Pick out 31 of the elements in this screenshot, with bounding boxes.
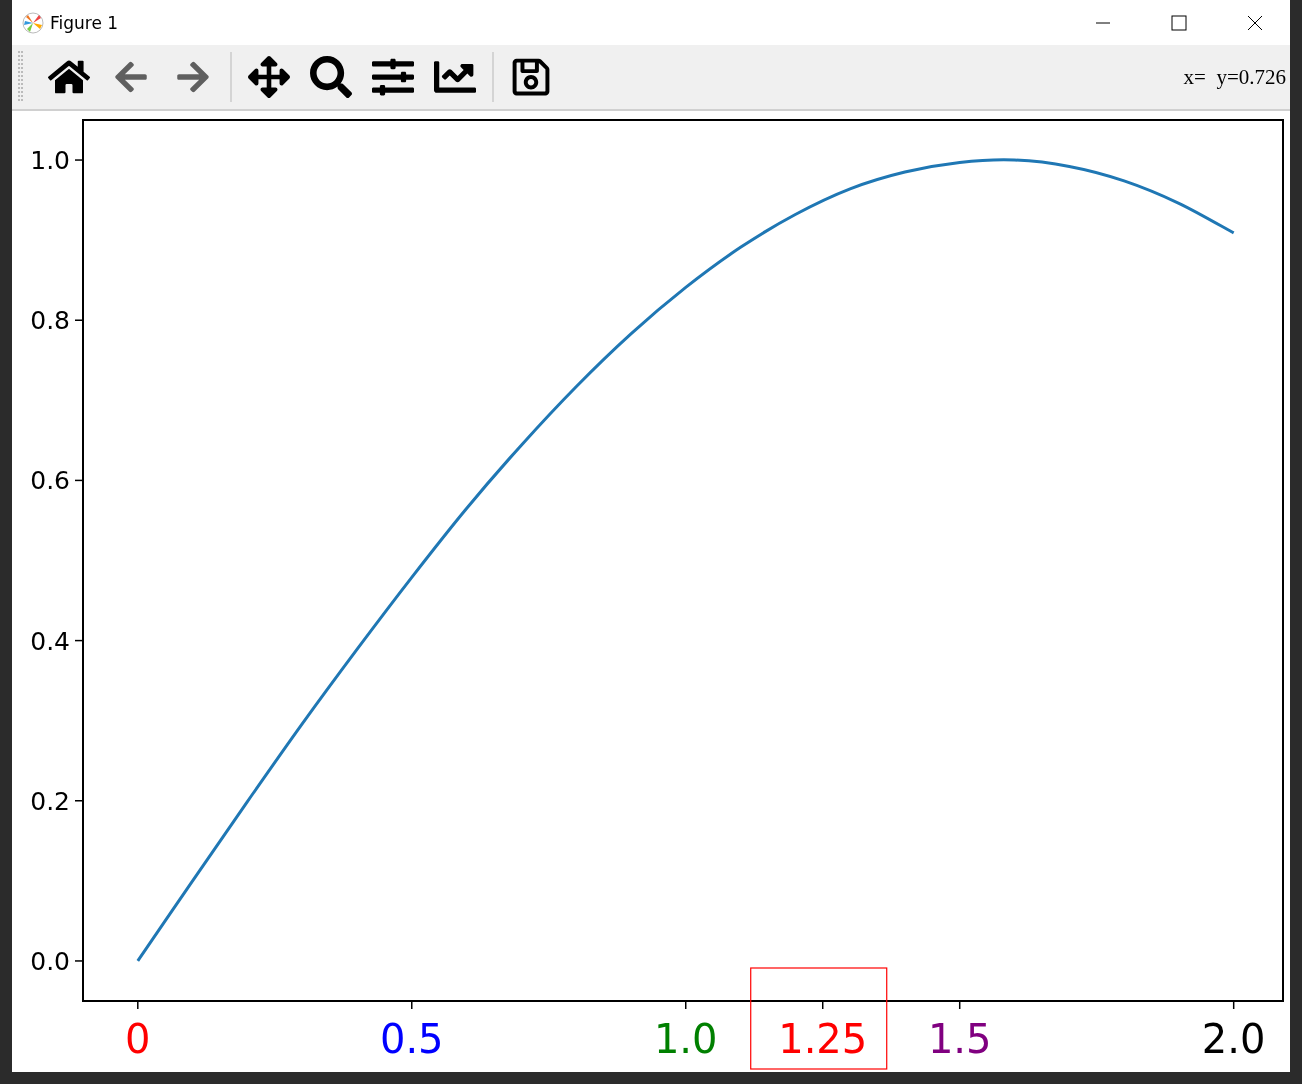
tick-mark bbox=[74, 639, 84, 642]
maximize-icon bbox=[1171, 14, 1187, 31]
tick-label: 0.2 bbox=[30, 786, 70, 816]
tick-mark bbox=[958, 1000, 961, 1010]
tick-label: 0 bbox=[125, 1016, 151, 1062]
tick-label: 2.0 bbox=[1201, 1016, 1266, 1062]
close-icon bbox=[1247, 14, 1263, 31]
tick-mark bbox=[411, 1000, 413, 1010]
tick-label: 0.4 bbox=[30, 626, 70, 656]
tick-label: 1.5 bbox=[927, 1016, 992, 1062]
cursor-coordinates: x= y=0.726 bbox=[1183, 64, 1286, 90]
tick-mark bbox=[74, 479, 84, 482]
tick-mark bbox=[74, 319, 84, 321]
tick-label: 0.0 bbox=[30, 946, 70, 976]
window-title: Figure 1 bbox=[50, 12, 120, 33]
tick-mark bbox=[74, 960, 84, 962]
tick-label: 1.0 bbox=[30, 146, 70, 176]
tick-mark bbox=[74, 159, 84, 161]
tick-label: 0.5 bbox=[379, 1016, 444, 1062]
tick-label: 1.25 bbox=[778, 1016, 868, 1062]
tick-mark bbox=[1232, 1000, 1235, 1010]
tick-label: 0.8 bbox=[30, 306, 70, 336]
tick-mark bbox=[74, 800, 84, 802]
tick-mark bbox=[822, 1000, 824, 1010]
minimize-icon bbox=[1096, 21, 1110, 24]
tick-label: 1.0 bbox=[653, 1016, 718, 1062]
app-logo-icon bbox=[22, 11, 44, 34]
tick-label: 0.6 bbox=[30, 466, 70, 496]
toolbar-grip-icon[interactable] bbox=[18, 50, 24, 104]
tick-mark bbox=[685, 1000, 687, 1010]
tick-mark bbox=[137, 1000, 139, 1010]
